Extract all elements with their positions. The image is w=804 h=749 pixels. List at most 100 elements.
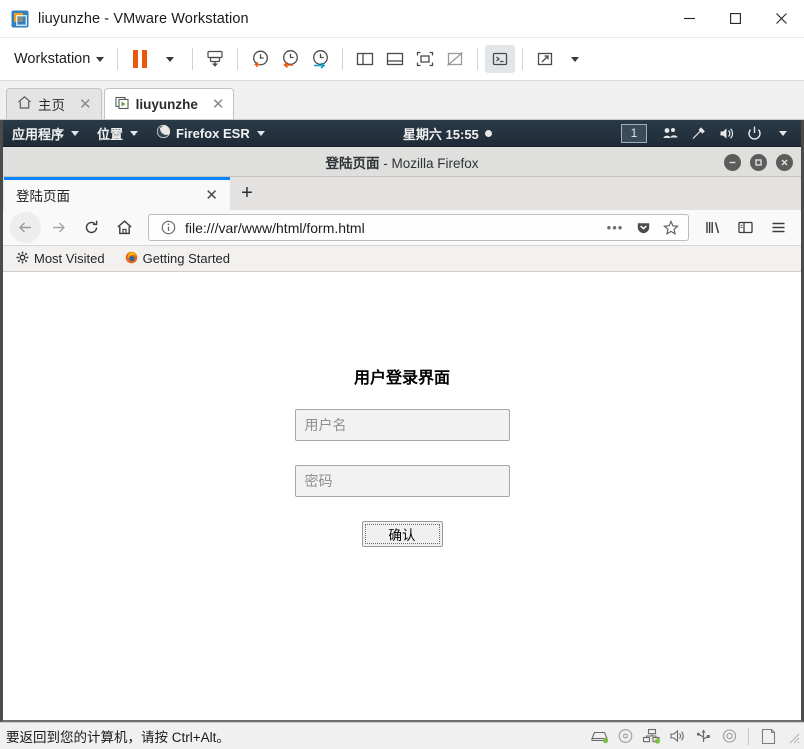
firefox-icon xyxy=(125,251,138,267)
pocket-icon[interactable] xyxy=(632,217,654,239)
send-ctrl-alt-del-button[interactable] xyxy=(200,45,230,73)
hamburger-menu-icon[interactable] xyxy=(763,212,794,243)
keyboard-send-icon xyxy=(207,50,223,67)
vm-tab-home[interactable]: 主页 ✕ xyxy=(6,88,102,119)
browser-tab-title: 登陆页面 xyxy=(16,189,70,204)
back-button[interactable] xyxy=(10,212,41,243)
applications-menu[interactable]: 应用程序 xyxy=(3,120,88,147)
printer-icon[interactable] xyxy=(717,725,741,747)
home-button[interactable] xyxy=(109,212,140,243)
firefox-close-button[interactable] xyxy=(776,153,793,171)
status-hint-text: 要返回到您的计算机，请按 Ctrl+Alt。 xyxy=(6,730,230,745)
hard-disk-icon[interactable] xyxy=(587,725,611,747)
password-input[interactable] xyxy=(294,465,510,497)
sound-card-icon[interactable] xyxy=(665,725,689,747)
minimize-button[interactable] xyxy=(666,0,712,38)
resize-grip[interactable] xyxy=(784,728,800,744)
console-view-button[interactable] xyxy=(485,45,516,73)
close-button[interactable] xyxy=(758,0,804,38)
stretch-dropdown-button[interactable] xyxy=(560,45,590,73)
sidebar-icon[interactable] xyxy=(730,212,761,243)
firefox-maximize-button[interactable] xyxy=(750,153,767,171)
unity-mode-button[interactable] xyxy=(440,45,470,73)
power-icon[interactable] xyxy=(741,120,767,147)
close-icon[interactable]: ✕ xyxy=(201,186,222,204)
firefox-launcher[interactable]: Firefox ESR xyxy=(147,120,274,147)
reload-button[interactable] xyxy=(76,212,107,243)
chevron-down-icon xyxy=(71,130,80,136)
take-snapshot-button[interactable] xyxy=(245,45,275,73)
vmware-title-bar: liuyunzhe - VMware Workstation xyxy=(0,0,804,38)
firefox-tab-strip: 登陆页面 ✕ + xyxy=(3,177,801,210)
workstation-menu-button[interactable]: Workstation xyxy=(8,44,110,74)
network-adapter-icon[interactable] xyxy=(639,725,663,747)
revert-snapshot-button[interactable] xyxy=(275,45,305,73)
library-panel-icon xyxy=(357,52,374,66)
places-menu[interactable]: 位置 xyxy=(88,120,147,147)
bookmark-star-icon[interactable] xyxy=(660,217,682,239)
firefox-window-title-suffix: - Mozilla Firefox xyxy=(379,155,479,171)
forward-button[interactable] xyxy=(43,212,74,243)
users-icon[interactable] xyxy=(657,120,683,147)
web-page-content: 用户登录界面 确认 xyxy=(3,272,801,720)
firefox-minimize-button[interactable] xyxy=(724,153,741,171)
back-icon xyxy=(19,222,31,233)
status-separator xyxy=(748,727,749,745)
chevron-down-icon xyxy=(571,56,580,62)
home-icon xyxy=(17,95,32,113)
firefox-window-title: 登陆页面 - Mozilla Firefox xyxy=(325,152,478,172)
pause-icon xyxy=(133,50,148,68)
close-icon[interactable]: ✕ xyxy=(212,95,225,113)
chevron-down-icon xyxy=(256,130,265,136)
stretch-guest-button[interactable] xyxy=(530,45,560,73)
gear-icon xyxy=(16,251,29,267)
expand-arrows-icon xyxy=(538,52,553,66)
page-info-icon[interactable] xyxy=(157,217,179,239)
url-bar[interactable]: file:///var/www/html/form.html ••• xyxy=(148,214,689,241)
new-tab-button[interactable]: + xyxy=(230,177,264,210)
guest-screen[interactable]: 应用程序 位置 Firefox ESR 星期六 15:55 1 登陆页面 - M… xyxy=(0,120,804,722)
new-tab-label: + xyxy=(241,182,253,204)
submit-button[interactable]: 确认 xyxy=(361,521,443,547)
power-dropdown-button[interactable] xyxy=(155,45,185,73)
reload-icon xyxy=(85,220,98,234)
workspace-switcher[interactable]: 1 xyxy=(621,123,647,143)
pause-vm-button[interactable] xyxy=(125,45,155,73)
vmware-toolbar: Workstation xyxy=(0,38,804,81)
toolbar-separator xyxy=(342,48,344,70)
bookmark-getting-started[interactable]: Getting Started xyxy=(122,249,233,269)
username-input[interactable] xyxy=(294,409,510,441)
vm-running-icon xyxy=(115,95,130,113)
page-actions-icon[interactable]: ••• xyxy=(604,217,626,239)
show-thumbnails-button[interactable] xyxy=(380,45,410,73)
show-library-button[interactable] xyxy=(350,45,380,73)
snapshot-manager-button[interactable] xyxy=(305,45,335,73)
maximize-button[interactable] xyxy=(712,0,758,38)
applications-menu-label: 应用程序 xyxy=(12,126,65,142)
cd-dvd-icon[interactable] xyxy=(613,725,637,747)
clock-back-icon xyxy=(283,50,299,69)
toolbar-separator xyxy=(522,48,524,70)
workspace-number: 1 xyxy=(630,126,638,140)
panel-clock[interactable]: 星期六 15:55 xyxy=(403,124,492,143)
toolbar-separator xyxy=(237,48,239,70)
chevron-down-icon[interactable] xyxy=(769,120,795,147)
toolbar-separator xyxy=(192,48,194,70)
usb-device-icon[interactable] xyxy=(691,725,715,747)
browser-tab-login-page[interactable]: 登陆页面 ✕ xyxy=(4,177,230,210)
display-icon[interactable] xyxy=(756,725,780,747)
close-icon[interactable]: ✕ xyxy=(79,95,92,113)
vmware-status-bar: 要返回到您的计算机，请按 Ctrl+Alt。 xyxy=(0,722,804,749)
bookmark-most-visited[interactable]: Most Visited xyxy=(13,249,108,269)
chevron-down-icon xyxy=(130,130,139,136)
bookmarks-toolbar: Most Visited Getting Started xyxy=(3,246,801,272)
library-icon[interactable] xyxy=(697,212,728,243)
network-tools-icon[interactable] xyxy=(685,120,711,147)
firefox-launcher-label: Firefox ESR xyxy=(176,125,250,141)
volume-icon[interactable] xyxy=(713,120,739,147)
fullscreen-button[interactable] xyxy=(410,45,440,73)
window-controls xyxy=(666,0,804,38)
workstation-menu-label: Workstation xyxy=(14,51,91,67)
vm-tab-liuyunzhe[interactable]: liuyunzhe ✕ xyxy=(103,88,235,119)
vm-tab-bar: 主页 ✕ liuyunzhe ✕ xyxy=(0,81,804,120)
